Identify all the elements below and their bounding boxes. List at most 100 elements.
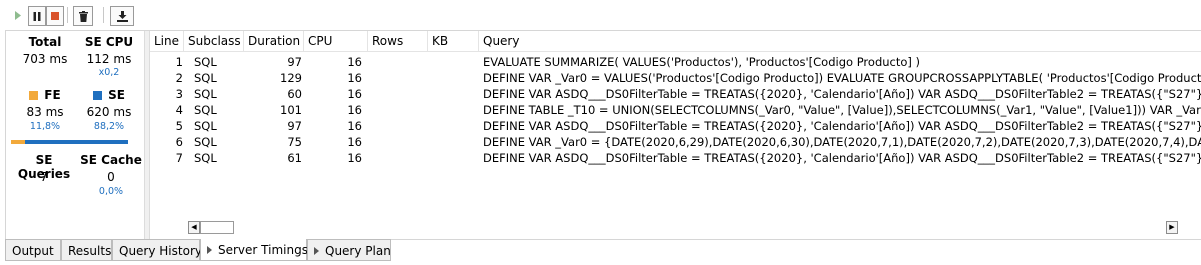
table-row[interactable]: 5 SQL 97 16 DEFINE VAR ASDQ___DS0FilterT… [150,118,1201,134]
col-header-line[interactable]: Line [150,31,184,51]
cell-duration: 97 [287,119,302,133]
scroll-thumb[interactable] [200,221,234,234]
col-header-rows[interactable]: Rows [368,31,428,51]
fe-value: 83 ms [26,105,64,119]
fe-se-ratio-bar [11,140,128,144]
scroll-left-arrow[interactable]: ◀ [188,221,200,234]
cell-rows [368,150,424,166]
se-cpu-value: 112 ms [86,52,132,66]
fe-ratio-fill [11,140,25,144]
stats-panel: Total 703 ms SE CPU 112 ms x0,2 FE 83 ms… [6,31,144,239]
tab-label: Output [12,244,54,258]
se-queries-value: 7 [40,170,48,184]
fe-label-text: FE [44,88,61,102]
cell-line: 6 [175,135,183,149]
cell-line: 1 [175,55,183,69]
cell-subclass: SQL [194,151,217,165]
cell-query: DEFINE TABLE _T10 = UNION(SELECTCOLUMNS(… [483,103,1201,117]
se-cache-label: SE Cache [80,153,142,167]
cell-subclass: SQL [194,103,217,117]
timings-grid: Line Subclass Duration CPU Rows KB Query… [150,31,1201,239]
se-label: SE [78,88,140,102]
cell-kb [428,118,476,134]
fe-legend-swatch [29,91,39,100]
cell-rows [368,134,424,150]
horizontal-scrollbar[interactable]: ◀ ▶ [188,221,1178,234]
tab-label: Server Timings [218,243,308,257]
cell-query: EVALUATE SUMMARIZE( VALUES('Productos'),… [483,55,921,69]
se-value: 620 ms [86,105,132,119]
fe-label: FE [10,88,80,102]
table-row[interactable]: 3 SQL 60 16 DEFINE VAR ASDQ___DS0FilterT… [150,86,1201,102]
tab-output[interactable]: Output [5,239,61,261]
tab-server-timings[interactable]: Server Timings [200,239,308,261]
col-header-duration[interactable]: Duration [244,31,304,51]
cell-duration: 61 [287,151,302,165]
cell-rows [368,70,424,86]
tab-query-history[interactable]: Query History [112,239,202,261]
table-row[interactable]: 2 SQL 129 16 DEFINE VAR _Var0 = VALUES('… [150,70,1201,86]
export-icon[interactable] [110,6,134,26]
run-icon[interactable] [13,6,23,24]
col-header-cpu[interactable]: CPU [304,31,368,51]
cell-duration: 75 [287,135,302,149]
expand-arrow-icon [207,246,212,254]
cell-query: DEFINE VAR _Var0 = VALUES('Productos'[Co… [483,71,1201,85]
se-percent: 88,2% [93,121,125,132]
cell-kb [428,102,476,118]
cell-cpu: 16 [347,71,362,85]
cell-line: 4 [175,103,183,117]
scroll-right-arrow[interactable]: ▶ [1166,221,1178,234]
cell-subclass: SQL [194,55,217,69]
cell-duration: 101 [280,103,302,117]
table-row[interactable]: 4 SQL 101 16 DEFINE TABLE _T10 = UNION(S… [150,102,1201,118]
se-label-text: SE [108,88,125,102]
cell-line: 5 [175,119,183,133]
fe-percent: 11,8% [29,121,61,132]
cell-kb [428,134,476,150]
se-cpu-ratio: x0,2 [98,67,120,78]
expand-arrow-icon [314,247,319,255]
cell-kb [428,86,476,102]
tab-results[interactable]: Results [61,239,112,261]
cell-subclass: SQL [194,135,217,149]
bottom-tab-strip: Output Results Query History Server Timi… [5,239,1200,261]
cell-kb [428,70,476,86]
cell-line: 3 [175,87,183,101]
cell-rows [368,102,424,118]
cell-cpu: 16 [347,103,362,117]
tab-label: Query History [119,244,202,258]
col-header-subclass[interactable]: Subclass [184,31,244,51]
cell-rows [368,54,424,70]
grid-header: Line Subclass Duration CPU Rows KB Query [150,31,1201,52]
cell-cpu: 16 [347,55,362,69]
table-row[interactable]: 7 SQL 61 16 DEFINE VAR ASDQ___DS0FilterT… [150,150,1201,166]
cell-query: DEFINE VAR ASDQ___DS0FilterTable = TREAT… [483,119,1201,133]
cell-kb [428,150,476,166]
stop-icon[interactable] [46,6,64,26]
pause-icon[interactable] [28,6,46,26]
cell-rows [368,86,424,102]
se-cache-value: 0 [107,170,115,184]
cell-cpu: 16 [347,87,362,101]
cell-query: DEFINE VAR ASDQ___DS0FilterTable = TREAT… [483,87,1201,101]
cell-duration: 129 [280,71,302,85]
col-header-kb[interactable]: KB [428,31,479,51]
table-row[interactable]: 6 SQL 75 16 DEFINE VAR _Var0 = {DATE(202… [150,134,1201,150]
toolbar-separator [103,7,104,23]
tab-query-plan[interactable]: Query Plan [307,239,391,261]
toolbar-separator [67,7,68,23]
cell-query: DEFINE VAR ASDQ___DS0FilterTable = TREAT… [483,151,1201,165]
server-timings-panel: Total 703 ms SE CPU 112 ms x0,2 FE 83 ms… [5,30,1201,240]
cell-subclass: SQL [194,119,217,133]
se-cache-percent: 0,0% [98,186,124,197]
se-legend-swatch [93,91,103,100]
table-row[interactable]: 1 SQL 97 16 EVALUATE SUMMARIZE( VALUES('… [150,54,1201,70]
cell-subclass: SQL [194,71,217,85]
se-cpu-label: SE CPU [84,35,134,49]
cell-duration: 97 [287,55,302,69]
cell-line: 7 [175,151,183,165]
col-header-query[interactable]: Query [479,31,1201,51]
cell-kb [428,54,476,70]
clear-icon[interactable] [73,6,93,26]
